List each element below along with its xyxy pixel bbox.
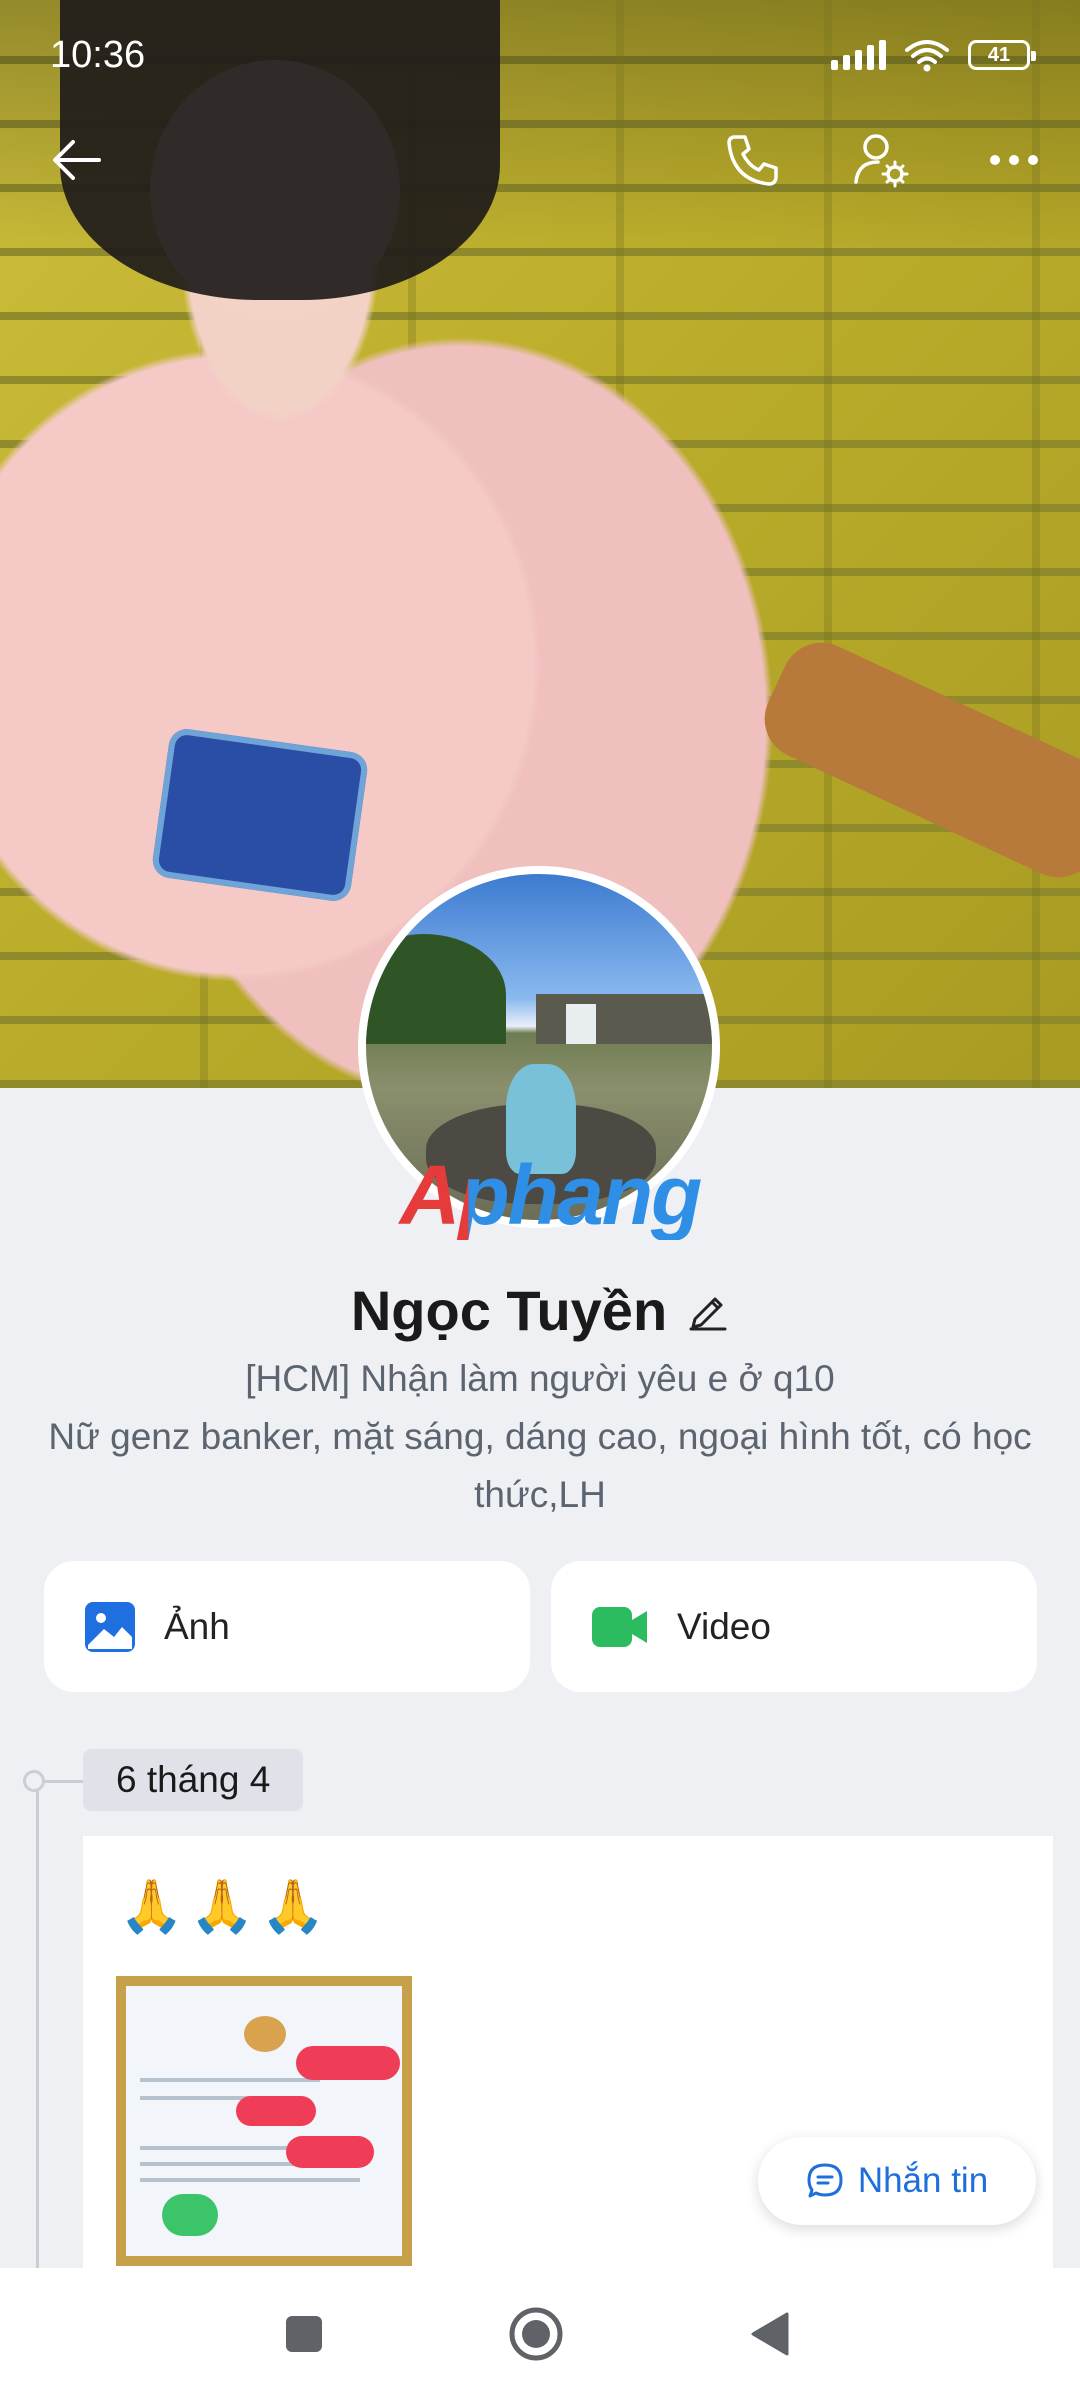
profile-name: Ngọc Tuyền <box>350 1278 668 1342</box>
redaction-mark <box>162 2194 218 2236</box>
timeline-branch <box>45 1780 83 1783</box>
videos-button[interactable]: Video <box>551 1561 1037 1692</box>
certificate-seal <box>244 2016 286 2052</box>
recent-apps-icon[interactable] <box>280 2310 328 2358</box>
profile-name-row: Ngọc Tuyền <box>0 1270 1080 1350</box>
bio-line-1: [HCM] Nhận làm người yêu e ở q10 <box>245 1358 835 1399</box>
top-nav <box>0 110 1080 210</box>
timeline-dot <box>23 1770 45 1792</box>
redaction-mark <box>286 2136 374 2168</box>
status-icons: 41 <box>831 38 1036 72</box>
avatar-cliff <box>536 994 712 1044</box>
message-label: Nhắn tin <box>857 2161 989 2200</box>
video-icon <box>592 1606 647 1647</box>
videos-label: Video <box>677 1605 771 1647</box>
timeline-line <box>36 1780 39 2340</box>
system-nav-bar <box>0 2268 1080 2400</box>
avatar-trees <box>366 934 506 1044</box>
battery-icon: 41 <box>968 40 1036 70</box>
photo-icon <box>85 1601 135 1652</box>
redaction-mark <box>296 2046 400 2080</box>
watermark-logo: Aphang <box>380 1148 720 1242</box>
certificate-image <box>126 1986 402 2256</box>
cover-phone <box>150 726 370 904</box>
back-nav-icon[interactable] <box>746 2310 794 2358</box>
more-icon[interactable] <box>974 120 1054 200</box>
chat-bubble-icon <box>807 2163 843 2198</box>
timeline-date: 6 tháng 4 <box>83 1749 304 1811</box>
back-arrow-icon[interactable] <box>36 120 116 200</box>
post-text: 🙏🙏🙏 <box>119 1878 332 1936</box>
post-image[interactable] <box>116 1976 412 2266</box>
message-button[interactable]: Nhắn tin <box>758 2137 1036 2225</box>
status-bar: 10:36 41 <box>0 0 1080 110</box>
status-time: 10:36 <box>50 33 146 76</box>
photos-button[interactable]: Ảnh <box>44 1561 530 1692</box>
photos-label: Ảnh <box>164 1605 230 1647</box>
avatar-waterfall <box>566 1004 596 1044</box>
wifi-icon <box>905 40 949 72</box>
redaction-mark <box>236 2096 316 2126</box>
phone-icon[interactable] <box>712 120 792 200</box>
user-settings-icon[interactable] <box>842 120 922 200</box>
home-icon[interactable] <box>507 2305 565 2363</box>
profile-bio: [HCM] Nhận làm người yêu e ở q10 Nữ genz… <box>40 1350 1040 1524</box>
edit-pencil-icon[interactable] <box>687 1289 729 1331</box>
battery-level: 41 <box>987 43 1011 66</box>
signal-icon <box>831 40 886 70</box>
bio-line-2: Nữ genz banker, mặt sáng, dáng cao, ngoạ… <box>48 1416 1032 1515</box>
